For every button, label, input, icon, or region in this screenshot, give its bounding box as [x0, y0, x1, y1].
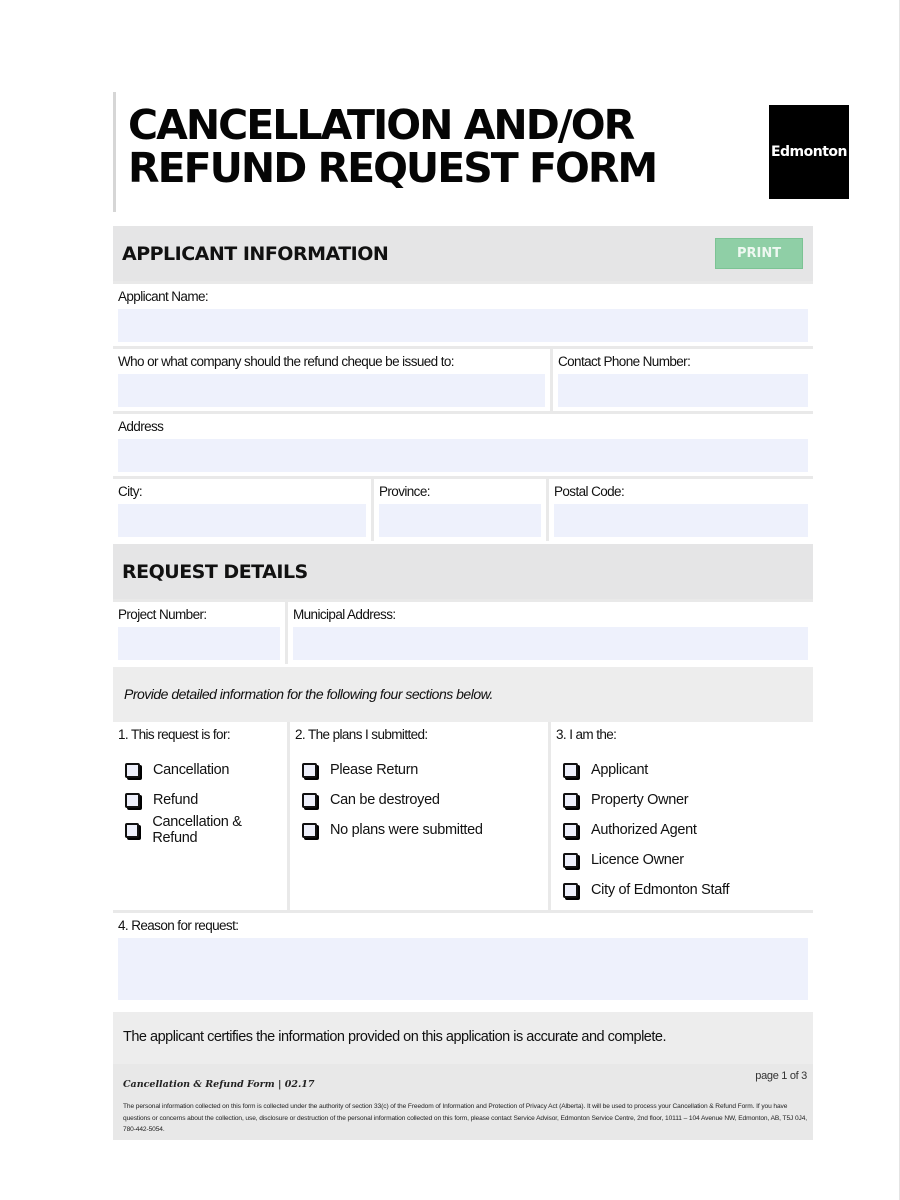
page-footer: Cancellation & Refund Form | 02.17 page … [113, 1064, 813, 1140]
option-label: Cancellation & Refund [152, 814, 242, 846]
checkbox[interactable] [563, 762, 578, 778]
contact-phone-label: Contact Phone Number: [558, 354, 691, 369]
option-label: Authorized Agent [591, 822, 697, 838]
contact-phone-input[interactable] [558, 374, 808, 407]
address-cell: Address [113, 414, 813, 476]
option-licence-owner[interactable]: Licence Owner [556, 845, 808, 875]
option-city-staff[interactable]: City of Edmonton Staff [556, 875, 808, 905]
refund-form: APPLICANT INFORMATION PRINT Applicant Na… [113, 226, 813, 1122]
checkbox[interactable] [302, 792, 317, 808]
option-cancellation-and-refund[interactable]: Cancellation & Refund [118, 814, 282, 846]
print-button[interactable]: PRINT [715, 238, 803, 269]
privacy-notice: The personal information collected on th… [123, 1103, 808, 1133]
checkbox[interactable] [125, 792, 140, 808]
option-refund[interactable]: Refund [118, 785, 282, 815]
postal-code-cell: Postal Code: [549, 479, 813, 541]
province-cell: Province: [374, 479, 546, 541]
applicant-name-label: Applicant Name: [118, 289, 209, 304]
postal-code-label: Postal Code: [554, 484, 625, 499]
option-label: No plans were submitted [330, 822, 483, 838]
project-number-input[interactable] [118, 627, 280, 660]
form-id: Cancellation & Refund Form | 02.17 [123, 1079, 315, 1090]
request-type-group: 1. This request is for: Cancellation Ref… [113, 722, 287, 910]
role-group: 3. I am the: Applicant Property Owner Au… [551, 722, 813, 910]
cheque-payee-cell: Who or what company should the refund ch… [113, 349, 550, 411]
applicant-name-cell: Applicant Name: [113, 284, 813, 346]
option-label: Please Return [330, 762, 418, 778]
reason-cell: 4. Reason for request: [113, 913, 813, 1009]
instructions-text: Provide detailed information for the fol… [124, 686, 493, 702]
option-property-owner[interactable]: Property Owner [556, 785, 808, 815]
option-applicant[interactable]: Applicant [556, 755, 808, 785]
checkbox[interactable] [125, 762, 140, 778]
instructions-bar: Provide detailed information for the fol… [113, 667, 813, 722]
request-section-title: REQUEST DETAILS [122, 561, 308, 583]
municipal-address-input[interactable] [293, 627, 808, 660]
certification-text: The applicant certifies the information … [123, 1029, 667, 1045]
option-no-plans[interactable]: No plans were submitted [295, 815, 543, 845]
option-label: Cancellation [153, 762, 230, 778]
cheque-payee-input[interactable] [118, 374, 545, 407]
request-section-header: REQUEST DETAILS [113, 544, 813, 599]
option-label: Licence Owner [591, 852, 684, 868]
province-label: Province: [379, 484, 430, 499]
applicant-section-title: APPLICANT INFORMATION [122, 243, 389, 265]
title-line-2: REFUND REQUEST FORM [128, 144, 658, 192]
city-cell: City: [113, 479, 371, 541]
city-input[interactable] [118, 504, 366, 537]
option-label: Can be destroyed [330, 792, 440, 808]
option-can-be-destroyed[interactable]: Can be destroyed [295, 785, 543, 815]
page-title: CANCELLATION AND/OR REFUND REQUEST FORM [128, 101, 658, 192]
option-label: Property Owner [591, 792, 689, 808]
page-number: page 1 of 3 [755, 1070, 807, 1082]
role-label: 3. I am the: [556, 727, 617, 742]
city-label: City: [118, 484, 143, 499]
checkbox[interactable] [563, 852, 578, 868]
postal-code-input[interactable] [554, 504, 808, 537]
plans-label: 2. The plans I submitted: [295, 727, 428, 742]
option-label: Applicant [591, 762, 648, 778]
applicant-section-header: APPLICANT INFORMATION PRINT [113, 226, 813, 281]
municipal-address-cell: Municipal Address: [288, 602, 813, 664]
option-label: City of Edmonton Staff [591, 882, 730, 898]
project-number-label: Project Number: [118, 607, 207, 622]
edmonton-logo: Edmonton [769, 105, 849, 199]
reason-textarea[interactable] [118, 938, 808, 1000]
request-type-label: 1. This request is for: [118, 727, 231, 742]
plans-group: 2. The plans I submitted: Please Return … [290, 722, 548, 910]
project-number-cell: Project Number: [113, 602, 285, 664]
checkbox[interactable] [125, 822, 140, 838]
option-authorized-agent[interactable]: Authorized Agent [556, 815, 808, 845]
title-line-1: CANCELLATION AND/OR [128, 101, 635, 149]
checkbox[interactable] [302, 762, 317, 778]
checkbox[interactable] [563, 792, 578, 808]
certification-bar: The applicant certifies the information … [113, 1012, 813, 1064]
logo-text: Edmonton [770, 144, 848, 160]
checkbox[interactable] [302, 822, 317, 838]
option-please-return[interactable]: Please Return [295, 755, 543, 785]
checkbox[interactable] [563, 822, 578, 838]
cheque-payee-label: Who or what company should the refund ch… [118, 354, 455, 369]
reason-label: 4. Reason for request: [118, 918, 239, 933]
checkbox[interactable] [563, 882, 578, 898]
option-label: Refund [153, 792, 198, 808]
title-accent-bar [113, 92, 116, 212]
address-label: Address [118, 419, 164, 434]
option-cancellation[interactable]: Cancellation [118, 755, 282, 785]
applicant-name-input[interactable] [118, 309, 808, 342]
address-input[interactable] [118, 439, 808, 472]
province-input[interactable] [379, 504, 541, 537]
municipal-address-label: Municipal Address: [293, 607, 396, 622]
contact-phone-cell: Contact Phone Number: [553, 349, 813, 411]
